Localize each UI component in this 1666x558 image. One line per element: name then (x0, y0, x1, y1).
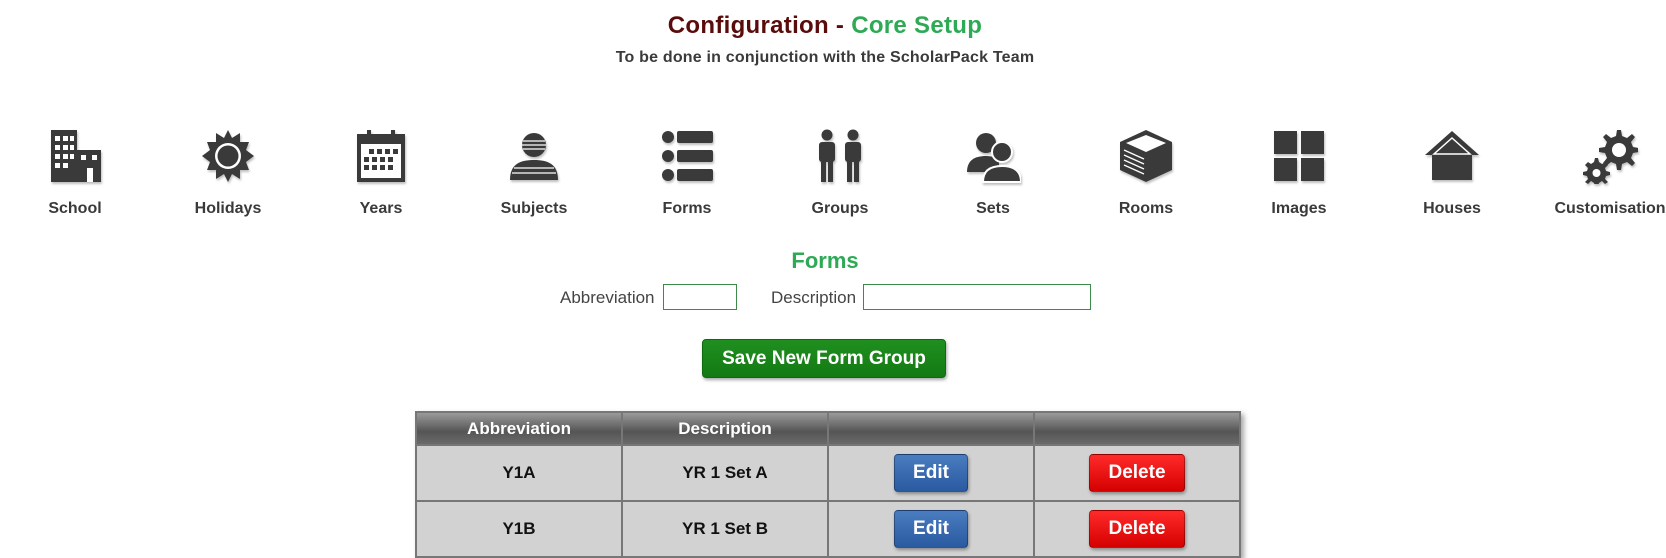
users-icon (965, 128, 1023, 184)
nav-item-subjects[interactable]: Subjects (459, 128, 609, 218)
person-icon (506, 128, 562, 184)
abbreviation-label: Abbreviation (560, 288, 655, 307)
nav-item-years[interactable]: Years (306, 128, 456, 218)
cell-edit: Edit (827, 444, 1035, 502)
page-subtitle: To be done in conjunction with the Schol… (615, 49, 1035, 66)
nav-label: Houses (1423, 200, 1481, 217)
nav-item-images[interactable]: Images (1224, 128, 1374, 218)
nav-label: Subjects (500, 200, 568, 217)
calendar-icon (353, 128, 409, 184)
cell-description: YR 1 Set B (621, 500, 829, 558)
cell-delete: Delete (1033, 444, 1241, 502)
save-new-form-group-button[interactable]: Save New Form Group (702, 339, 946, 378)
nav-item-groups[interactable]: Groups (765, 128, 915, 218)
nav-label: School (48, 200, 102, 217)
table-header-row: Abbreviation Description (415, 411, 1241, 446)
description-input[interactable] (863, 284, 1091, 310)
nav-item-rooms[interactable]: Rooms (1071, 128, 1221, 218)
edit-button[interactable]: Edit (894, 510, 968, 548)
nav-item-school[interactable]: School (0, 128, 150, 218)
column-header-abbreviation: Abbreviation (415, 411, 623, 446)
edit-button[interactable]: Edit (894, 454, 968, 492)
nav-label: Customisation (1554, 200, 1666, 217)
description-label: Description (771, 288, 857, 307)
cell-edit: Edit (827, 500, 1035, 558)
gears-icon (1582, 128, 1639, 186)
column-header-edit (827, 411, 1035, 446)
list-icon (659, 128, 715, 184)
nav-item-sets[interactable]: Sets (918, 128, 1068, 218)
table-row: Y1A YR 1 Set A Edit Delete (415, 444, 1241, 502)
cell-description: YR 1 Set A (621, 444, 829, 502)
nav-item-houses[interactable]: Houses (1377, 128, 1527, 218)
table-row: Y1B YR 1 Set B Edit Delete (415, 500, 1241, 558)
nav-label: Forms (662, 200, 712, 217)
cell-abbreviation: Y1B (415, 500, 623, 558)
cell-abbreviation: Y1A (415, 444, 623, 502)
nav-item-holidays[interactable]: Holidays (153, 128, 303, 218)
column-header-description: Description (621, 411, 829, 446)
nav-label: Years (359, 200, 403, 217)
abbreviation-input[interactable] (663, 284, 737, 310)
nav-item-forms[interactable]: Forms (612, 128, 762, 218)
section-title: Forms (791, 248, 859, 273)
page-title-prefix: Configuration - (667, 12, 852, 39)
building-icon (47, 128, 103, 184)
config-nav: School Holidays Years Subjects Forms Gro… (0, 128, 1666, 238)
page-title: Configuration - Core Setup (0, 12, 1650, 40)
cell-delete: Delete (1033, 500, 1241, 558)
page-title-accent: Core Setup (851, 12, 983, 39)
house-icon (1424, 128, 1480, 184)
nav-label: Rooms (1118, 200, 1174, 217)
delete-button[interactable]: Delete (1089, 454, 1185, 492)
sun-icon (200, 128, 256, 184)
nav-label: Images (1271, 200, 1327, 217)
forms-table: Abbreviation Description Y1A YR 1 Set A … (415, 411, 1241, 558)
grid-icon (1271, 128, 1327, 184)
cube-icon (1118, 128, 1174, 184)
column-header-delete (1033, 411, 1241, 446)
nav-item-customisation[interactable]: Customisation (1530, 128, 1666, 218)
nav-label: Groups (811, 200, 869, 217)
page-header: Configuration - Core Setup To be done in… (0, 12, 1650, 67)
nav-label: Sets (976, 200, 1010, 217)
delete-button[interactable]: Delete (1089, 510, 1185, 548)
nav-label: Holidays (194, 200, 262, 217)
people-pair-icon (812, 128, 868, 184)
